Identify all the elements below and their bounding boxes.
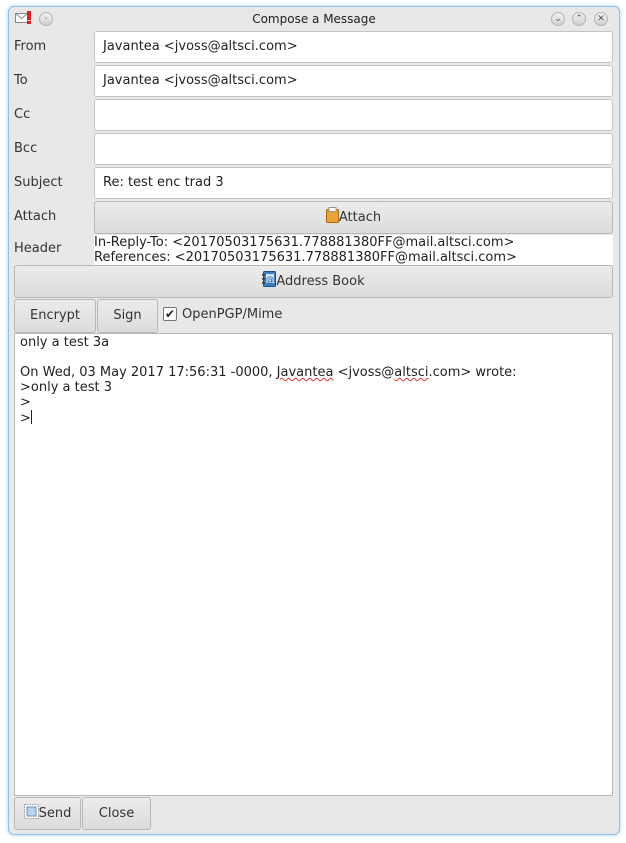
in-reply-to-line: In-Reply-To: <20170503175631.778881380FF… [94,235,515,250]
text-cursor [30,410,32,424]
subject-label: Subject [14,175,63,190]
body-line: > [20,395,31,410]
address-book-label: Address Book [276,274,365,289]
references-line: References: <20170503175631.778881380FF@… [94,250,517,265]
window-title: Compose a Message [252,12,376,26]
send-label: Send [38,806,72,821]
header-text: In-Reply-To: <20170503175631.778881380FF… [94,235,613,265]
misspelled-word: altsci [394,365,429,380]
attach-button-label: Attach [338,210,382,225]
to-label: To [14,73,28,88]
svg-text:@: @ [266,275,274,284]
maximize-icon[interactable]: ⌃ [572,12,586,26]
quote-marker: > [20,411,31,426]
encrypt-button[interactable]: Encrypt [14,299,96,333]
quote-attribution: On Wed, 03 May 2017 17:56:31 -0000, [20,365,277,380]
address-book-icon: @ [262,268,277,299]
misspelled-word: Javantea [276,365,334,380]
body-line [20,350,607,365]
title-bar: · Compose a Message ⌄ ⌃ ✕ [9,7,619,31]
cc-label: Cc [14,107,31,122]
minimize-icon[interactable]: ⌄ [551,12,565,26]
send-button[interactable]: Send [14,797,81,830]
openpgp-mime-label: OpenPGP/Mime [182,307,283,322]
sign-button[interactable]: Sign [97,299,158,333]
close-button[interactable]: Close [82,797,151,830]
compose-window: · Compose a Message ⌄ ⌃ ✕ From Javantea … [8,6,620,835]
bcc-label: Bcc [14,141,38,156]
body-line: > [20,410,607,426]
body-line: only a test 3a [20,335,110,350]
from-label: From [14,39,47,54]
to-field[interactable]: Javantea <jvoss@altsci.com> [94,65,613,97]
address-book-button[interactable]: @ Address Book [14,265,613,298]
close-icon[interactable]: ✕ [594,12,608,26]
from-field[interactable]: Javantea <jvoss@altsci.com> [94,31,613,63]
send-icon [23,800,39,831]
body-line: >only a test 3 [20,380,112,395]
attach-label: Attach [14,209,57,224]
quote-attribution: .com> wrote: [428,365,517,380]
openpgp-mime-checkbox[interactable]: ✔ [163,307,177,321]
cc-field[interactable] [94,99,613,131]
attach-button[interactable]: Attach [94,201,613,234]
attachment-icon [325,204,339,235]
subject-field[interactable]: Re: test enc trad 3 [94,167,613,199]
quote-attribution: <jvoss@ [333,365,395,380]
header-label: Header [14,241,62,256]
message-body[interactable]: only a test 3a On Wed, 03 May 2017 17:56… [14,333,613,796]
bcc-field[interactable] [94,133,613,165]
body-line: On Wed, 03 May 2017 17:56:31 -0000, Java… [20,365,607,380]
